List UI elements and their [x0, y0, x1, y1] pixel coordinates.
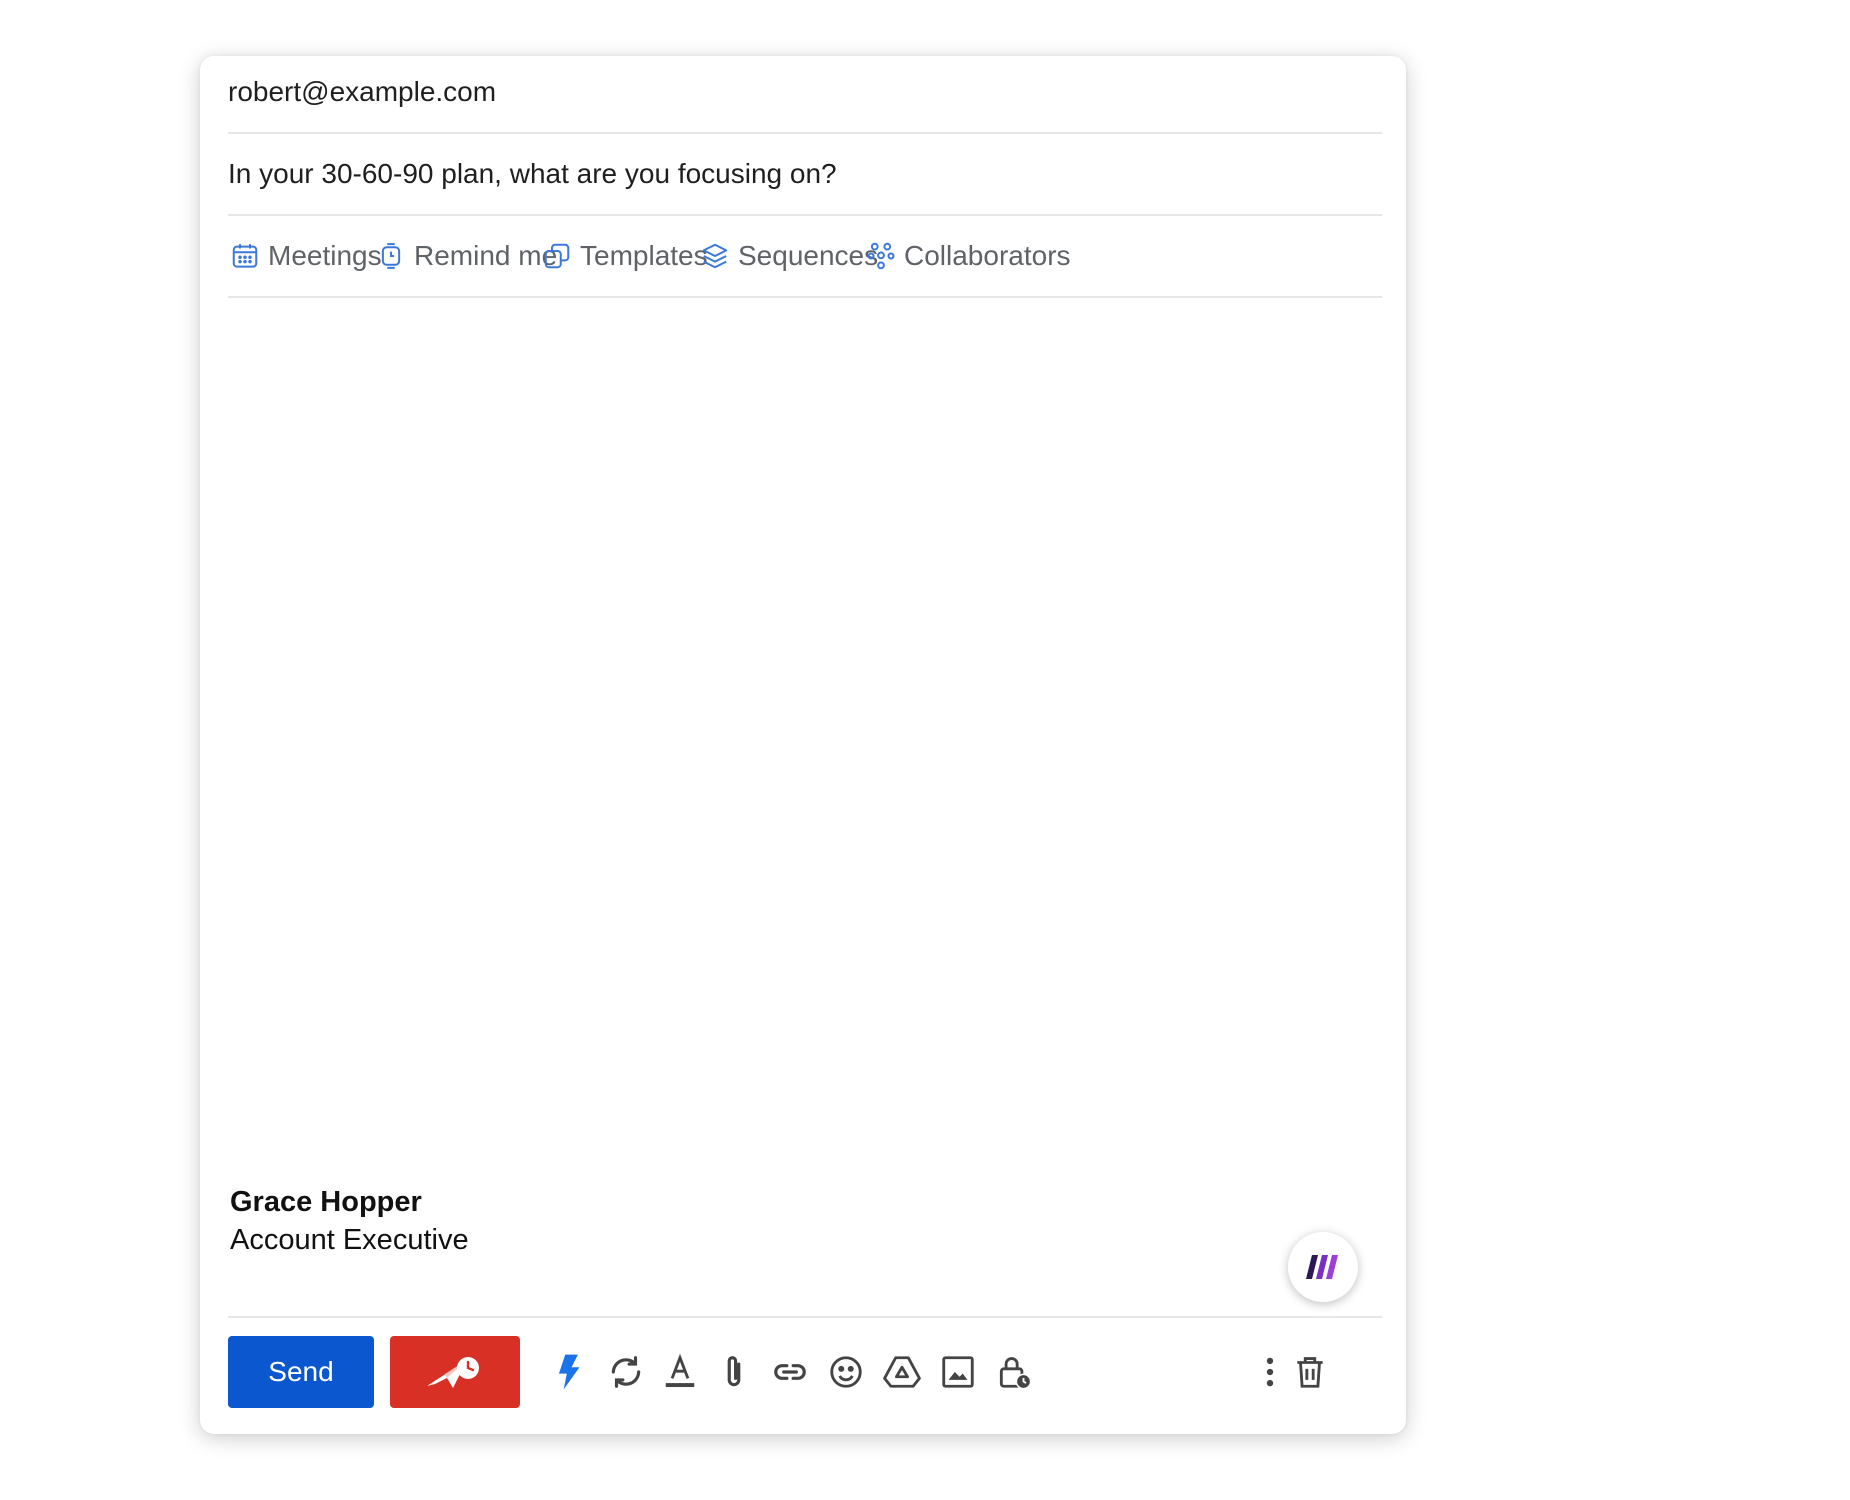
tool-templates[interactable]: Templates	[542, 238, 708, 274]
tool-meetings[interactable]: Meetings	[230, 238, 382, 274]
signature-title[interactable]: Account Executive	[230, 1224, 469, 1257]
tool-remind-me[interactable]: Remind me	[376, 238, 557, 274]
confidential-mode-button[interactable]	[994, 1352, 1034, 1392]
timer-icon	[381, 243, 401, 269]
attach-icon	[727, 1356, 741, 1387]
more-vert-icon	[1266, 1357, 1274, 1387]
to-recipient[interactable]: robert@example.com	[228, 76, 496, 108]
schedule-send-icon	[427, 1357, 479, 1388]
tool-sequences-label: Sequences	[738, 240, 879, 271]
to-field[interactable]: robert@example.com	[228, 56, 1382, 134]
formatting-button[interactable]	[660, 1352, 700, 1392]
send-button[interactable]: Send	[228, 1336, 374, 1408]
message-body[interactable]	[228, 300, 1382, 1180]
collaborators-icon	[867, 242, 895, 270]
templates-icon	[544, 243, 570, 269]
schedule-send-button[interactable]	[390, 1336, 520, 1408]
subject-text[interactable]: In your 30-60-90 plan, what are you focu…	[228, 158, 837, 190]
mixmax-fab-button[interactable]	[1288, 1232, 1358, 1302]
confidential-lock-icon	[999, 1357, 1032, 1390]
signature-name[interactable]: Grace Hopper	[230, 1186, 422, 1219]
lightning-icon	[558, 1354, 580, 1390]
calendar-icon	[232, 244, 258, 268]
attach-button[interactable]	[714, 1352, 754, 1392]
quick-insert-button[interactable]	[550, 1352, 590, 1392]
emoji-icon	[830, 1356, 862, 1388]
discard-draft-button[interactable]	[1290, 1352, 1330, 1392]
tool-collaborators-label: Collaborators	[904, 240, 1071, 271]
drive-icon	[883, 1356, 921, 1388]
more-options-button[interactable]	[1250, 1352, 1290, 1392]
image-icon	[942, 1356, 974, 1388]
insert-link-button[interactable]	[770, 1352, 810, 1392]
refresh-button[interactable]	[606, 1352, 646, 1392]
tool-remind-me-label: Remind me	[414, 240, 558, 271]
tool-templates-label: Templates	[580, 240, 708, 271]
tool-meetings-label: Meetings	[268, 240, 382, 271]
text-format-icon	[665, 1353, 695, 1388]
compose-window: robert@example.com In your 30-60-90 plan…	[200, 56, 1406, 1434]
link-icon	[774, 1364, 806, 1380]
tool-sequences[interactable]: Sequences	[700, 238, 878, 274]
trash-icon	[1297, 1357, 1323, 1388]
subject-field[interactable]: In your 30-60-90 plan, what are you focu…	[228, 134, 1382, 216]
layers-icon	[702, 243, 728, 269]
mixmax-tools-bar: Meetings Remind me Templates Sequences C…	[228, 216, 1382, 298]
tool-collaborators[interactable]: Collaborators	[866, 238, 1071, 274]
refresh-icon	[611, 1356, 641, 1388]
emoji-button[interactable]	[826, 1352, 866, 1392]
mixmax-logo-icon	[1306, 1255, 1338, 1279]
insert-photo-button[interactable]	[938, 1352, 978, 1392]
toolbar-divider	[228, 1316, 1382, 1318]
drive-button[interactable]	[882, 1352, 922, 1392]
